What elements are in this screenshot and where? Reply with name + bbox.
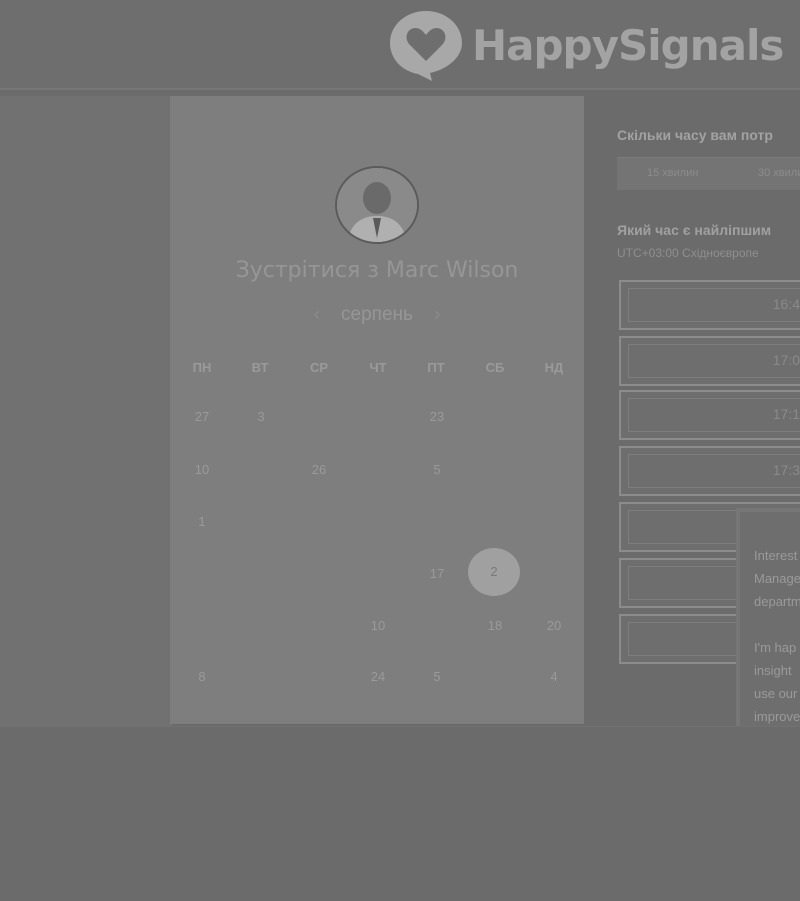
calendar-day[interactable] [529, 561, 579, 587]
calendar-day[interactable]: 1 [177, 509, 227, 535]
popup-text-line: Manage [754, 571, 800, 586]
timezone-label: UTC+03:00 Східноєвропе [617, 246, 759, 260]
time-slot-button[interactable]: 16:4 [619, 280, 800, 330]
calendar-day[interactable]: 23 [412, 404, 462, 430]
prev-month-button[interactable]: ‹ [298, 304, 336, 324]
calendar-day[interactable]: 26 [294, 457, 344, 483]
next-month-button[interactable]: › [418, 304, 456, 324]
calendar-day[interactable] [470, 457, 520, 483]
calendar-day[interactable]: 4 [529, 664, 579, 690]
duration-option-30[interactable]: 30 хвили [758, 167, 800, 179]
popup-text-line: departm [754, 594, 800, 609]
popup-text-line: I'm hap [754, 640, 797, 655]
calendar-day[interactable] [353, 509, 403, 535]
popup-text-line [754, 613, 800, 636]
popup-text-line: improve [754, 709, 800, 724]
calendar-day[interactable] [294, 561, 344, 587]
calendar-day[interactable] [236, 561, 286, 587]
avatar [335, 166, 419, 244]
calendar-day[interactable] [412, 509, 462, 535]
calendar-day[interactable] [294, 613, 344, 639]
meet-title: Зустрітися з Marc Wilson [235, 258, 519, 283]
calendar-day[interactable]: 20 [529, 613, 579, 639]
calendar-day[interactable] [236, 613, 286, 639]
calendar-day[interactable] [177, 613, 227, 639]
selected-day[interactable]: 2 [468, 548, 520, 596]
calendar-day[interactable] [294, 509, 344, 535]
left-background [0, 96, 171, 728]
calendar-day[interactable]: 17 [412, 561, 462, 587]
calendar-day[interactable] [529, 457, 579, 483]
duration-selector: 15 хвилин 30 хвили [617, 157, 800, 190]
weekday-fri: ПТ [427, 360, 445, 375]
calendar-day[interactable] [470, 664, 520, 690]
calendar-day[interactable] [353, 404, 403, 430]
calendar-day[interactable]: 27 [177, 404, 227, 430]
heart-speech-bubble-icon [388, 7, 464, 83]
time-slot-button[interactable]: 17:1 [619, 390, 800, 440]
calendar-day[interactable] [353, 561, 403, 587]
time-slot-button[interactable]: 17:3 [619, 446, 800, 496]
duration-question: Скільки часу вам потр [617, 127, 773, 143]
weekday-thu: ЧТ [369, 360, 387, 375]
weekday-wed: СР [309, 360, 329, 375]
header: HappySignals [0, 0, 800, 90]
calendar-day[interactable] [470, 509, 520, 535]
weekday-mon: ПН [192, 360, 212, 375]
brand-name: HappySignals [472, 20, 784, 70]
calendar-day[interactable] [412, 613, 462, 639]
calendar-day[interactable]: 24 [353, 664, 403, 690]
popup-text-line: insight [754, 663, 792, 678]
calendar-day[interactable]: 10 [177, 457, 227, 483]
popup-text-line: use our [754, 686, 798, 701]
calendar-day[interactable] [236, 457, 286, 483]
page-bottom-area [0, 726, 800, 901]
scheduler-panel: Зустрітися з Marc Wilson ‹ серпень › ПН … [170, 96, 584, 724]
month-navigation: ‹ серпень › [170, 304, 584, 326]
weekday-sun: НД [544, 360, 564, 375]
calendar-day[interactable]: 18 [470, 613, 520, 639]
time-slot-button[interactable]: 17:0 [619, 336, 800, 386]
calendar-day[interactable] [236, 509, 286, 535]
calendar-day[interactable] [529, 509, 579, 535]
calendar-day[interactable] [470, 404, 520, 430]
calendar-day[interactable]: 3 [236, 404, 286, 430]
month-label: серпень [341, 304, 413, 325]
calendar-day[interactable] [294, 404, 344, 430]
calendar-day[interactable] [529, 404, 579, 430]
weekday-sat: СБ [485, 360, 505, 375]
calendar-day[interactable] [353, 457, 403, 483]
calendar-day[interactable] [177, 561, 227, 587]
time-slot-label: 16:4 [772, 296, 800, 312]
logo: HappySignals [388, 6, 784, 84]
time-slot-label: 17:0 [772, 352, 800, 368]
time-slot-label: 17:3 [772, 462, 800, 478]
popup-text: Interest Manage departm I'm hap insight use o… [754, 544, 800, 751]
time-question: Який час є найліпшим [617, 222, 772, 238]
popup-text-line: Interest [754, 548, 798, 563]
weekday-tue: ВТ [251, 360, 269, 375]
calendar-day[interactable]: 8 [177, 664, 227, 690]
calendar-day[interactable]: 10 [353, 613, 403, 639]
calendar-day[interactable]: 5 [412, 457, 462, 483]
duration-option-15[interactable]: 15 хвилин [647, 167, 698, 179]
time-slot-label: 17:1 [772, 406, 800, 422]
calendar-day[interactable]: 5 [412, 664, 462, 690]
calendar-day[interactable] [236, 664, 286, 690]
calendar-day[interactable] [294, 664, 344, 690]
